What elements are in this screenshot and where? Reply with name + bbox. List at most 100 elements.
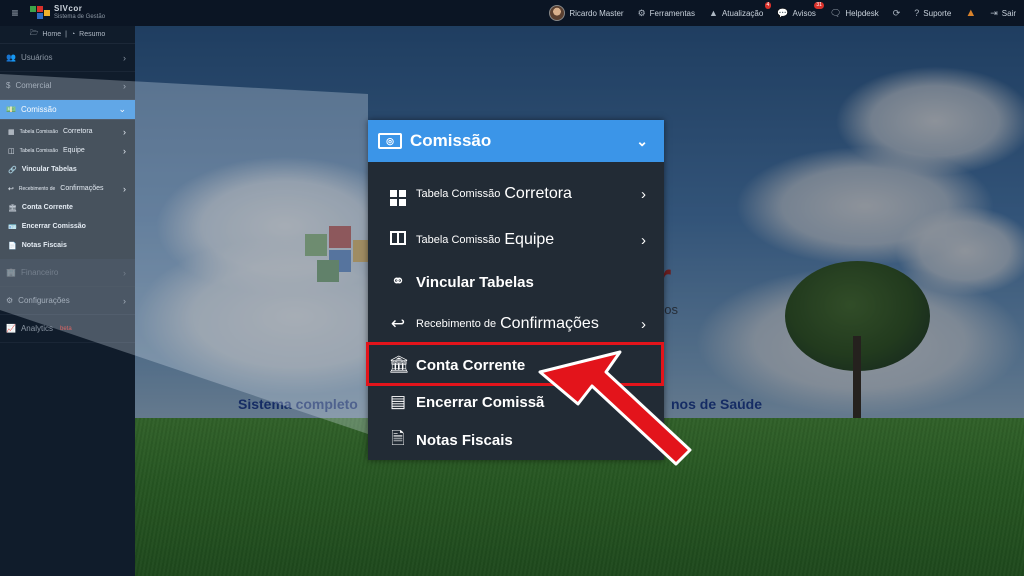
chevron-right-icon: › <box>641 231 646 249</box>
sidebar-item-analytics[interactable]: 📈 Analytics beta <box>0 315 135 343</box>
atualizacao-label: Atualização <box>721 8 764 18</box>
logout-button[interactable]: ⇥ Sair <box>990 8 1016 19</box>
ferramentas-label: Ferramentas <box>649 8 696 18</box>
sidebar-item-label: Comercial <box>15 81 52 90</box>
sidebar-item-comercial[interactable]: $ Comercial › <box>0 72 135 100</box>
home-link[interactable]: Home <box>42 31 61 38</box>
avisos-label: Avisos <box>792 8 816 18</box>
id-card-icon: 🪪 <box>8 223 17 231</box>
sidebar-item-financeiro[interactable]: 🏢 Financeiro › <box>0 259 135 287</box>
reply-all-icon: ↩ <box>8 185 14 193</box>
brand-name: SIVcor <box>54 4 83 13</box>
hamburger-menu-icon[interactable]: ≡ <box>0 6 30 20</box>
avisos-menu[interactable]: 💬 Avisos 31 <box>777 1 824 19</box>
gears-icon: ⚙ <box>637 7 646 18</box>
helpdesk-menu[interactable]: 🗨 Helpdesk <box>830 8 879 19</box>
zoomed-item-tabela-equipe[interactable]: Tabela Comissão Equipe › <box>368 230 664 250</box>
th-large-icon <box>388 182 408 206</box>
file-icon: 📄 <box>8 242 17 250</box>
user-name: Ricardo Master <box>569 8 624 18</box>
line-chart-icon: 📈 <box>6 324 16 333</box>
sidebar-home-links: 🗁 Home | ◔ Resumo <box>0 26 135 44</box>
sidebar-item-label: Financeiro <box>20 268 59 277</box>
zoomed-item-vincular-tabelas[interactable]: ⚭ Vincular Tabelas <box>368 272 664 292</box>
alert-button[interactable]: ▲ <box>965 7 976 19</box>
pie-chart-icon: ◔ <box>70 31 76 38</box>
chevron-right-icon: › <box>123 126 126 137</box>
user-menu[interactable]: Ricardo Master <box>549 5 624 21</box>
bank-icon: 🏛 <box>8 204 17 212</box>
chevron-down-icon: ⌄ <box>118 104 126 114</box>
beta-badge: beta <box>59 325 72 332</box>
sidebar-item-label: Analytics <box>20 324 53 333</box>
sivcor-logo-icon <box>30 6 50 20</box>
zoomed-item-recebimento-confirmacoes[interactable]: ↩ Recebimento de Confirmações › <box>368 314 664 334</box>
link-icon: 🔗 <box>8 166 17 174</box>
avisos-badge: 31 <box>814 1 824 9</box>
refresh-button[interactable]: ⟳ <box>893 8 901 19</box>
comissao-submenu: ▦ Tabela Comissão Corretora › ◫ Tabela C… <box>0 120 135 259</box>
cogs-icon: ⚙ <box>6 296 14 305</box>
sidebar: 🗁 Home | ◔ Resumo 👥 Usuários › $ Comerci… <box>0 26 135 576</box>
chevron-down-icon: ⌄ <box>636 132 648 149</box>
building-icon: 🏢 <box>6 268 16 277</box>
suporte-label: Suporte <box>923 8 952 18</box>
chevron-right-icon: › <box>641 315 646 333</box>
chevron-right-icon: › <box>123 145 126 156</box>
sidebar-item-label: Comissão <box>20 105 57 114</box>
chat-icon: 💬 <box>777 7 789 18</box>
columns-icon: ◫ <box>8 147 15 155</box>
submenu-encerrar-comissao[interactable]: 🪪 Encerrar Comissão <box>0 217 135 236</box>
zoomed-comissao-menu: ◎ Comissão ⌄ Tabela Comissão Corretora ›… <box>368 120 664 460</box>
submenu-recebimento-confirmacoes[interactable]: ↩ Recebimento de Confirmações › <box>0 179 135 198</box>
chevron-right-icon: › <box>123 295 126 306</box>
alert-triangle-icon: ▲ <box>965 7 977 19</box>
chevron-right-icon: › <box>123 52 126 63</box>
link-icon: ⚭ <box>390 272 406 291</box>
submenu-tabela-equipe[interactable]: ◫ Tabela Comissão Equipe › <box>0 141 135 160</box>
zoomed-item-encerrar-comissao[interactable]: ▤ Encerrar Comissã <box>368 392 664 412</box>
id-card-icon: ▤ <box>389 392 407 411</box>
sidebar-item-configuracoes[interactable]: ⚙ Configurações › <box>0 287 135 315</box>
dollar-icon: $ <box>6 81 11 90</box>
money-icon: 💵 <box>6 105 16 114</box>
submenu-vincular-tabelas[interactable]: 🔗 Vincular Tabelas <box>0 160 135 179</box>
sidebar-item-comissao[interactable]: 💵 Comissão ⌄ <box>0 100 135 120</box>
columns-icon <box>388 230 408 250</box>
th-large-icon: ▦ <box>8 128 15 136</box>
sidebar-item-usuarios[interactable]: 👥 Usuários › <box>0 44 135 72</box>
folder-icon: 🗁 <box>29 30 39 37</box>
reply-all-icon: ↩ <box>390 314 406 333</box>
zoomed-comissao-header[interactable]: ◎ Comissão ⌄ <box>368 120 664 162</box>
refresh-icon: ⟳ <box>892 7 901 18</box>
warning-icon: ▲ <box>709 8 718 18</box>
sidebar-item-label: Usuários <box>20 53 53 62</box>
submenu-notas-fiscais[interactable]: 📄 Notas Fiscais <box>0 236 135 255</box>
sair-label: Sair <box>1001 8 1016 18</box>
resumo-link[interactable]: Resumo <box>79 31 105 38</box>
chevron-right-icon: › <box>641 185 646 203</box>
atualizacao-menu[interactable]: ▲ Atualização 4 <box>709 2 772 18</box>
suporte-menu[interactable]: ? Suporte <box>914 8 951 18</box>
chevron-right-icon: › <box>123 267 126 278</box>
money-icon: ◎ <box>378 133 402 149</box>
submenu-tabela-corretora[interactable]: ▦ Tabela Comissão Corretora › <box>0 122 135 141</box>
brand-subtitle: Sistema de Gestão <box>54 14 106 20</box>
zoomed-item-tabela-corretora[interactable]: Tabela Comissão Corretora › <box>368 182 664 206</box>
chevron-right-icon: › <box>123 80 126 91</box>
brand-logo[interactable]: SIVcor Sistema de Gestão <box>30 5 105 21</box>
zoomed-header-label: Comissão <box>410 131 492 150</box>
conta-corrente-highlight-box <box>366 342 664 386</box>
atualizacao-badge: 4 <box>764 2 772 9</box>
sidebar-item-label: Configurações <box>18 296 70 305</box>
chevron-right-icon: › <box>123 183 126 194</box>
sign-out-icon: ⇥ <box>990 7 998 18</box>
question-circle-icon: ? <box>914 8 920 18</box>
helpdesk-label: Helpdesk <box>845 8 879 18</box>
file-icon: 🗎 <box>391 429 405 448</box>
users-icon: 👥 <box>6 53 16 62</box>
submenu-conta-corrente[interactable]: 🏛 Conta Corrente <box>0 198 135 217</box>
avatar <box>549 5 566 21</box>
ferramentas-menu[interactable]: ⚙ Ferramentas <box>638 8 695 19</box>
zoomed-item-notas-fiscais[interactable]: 🗎 Notas Fiscais <box>368 426 664 455</box>
